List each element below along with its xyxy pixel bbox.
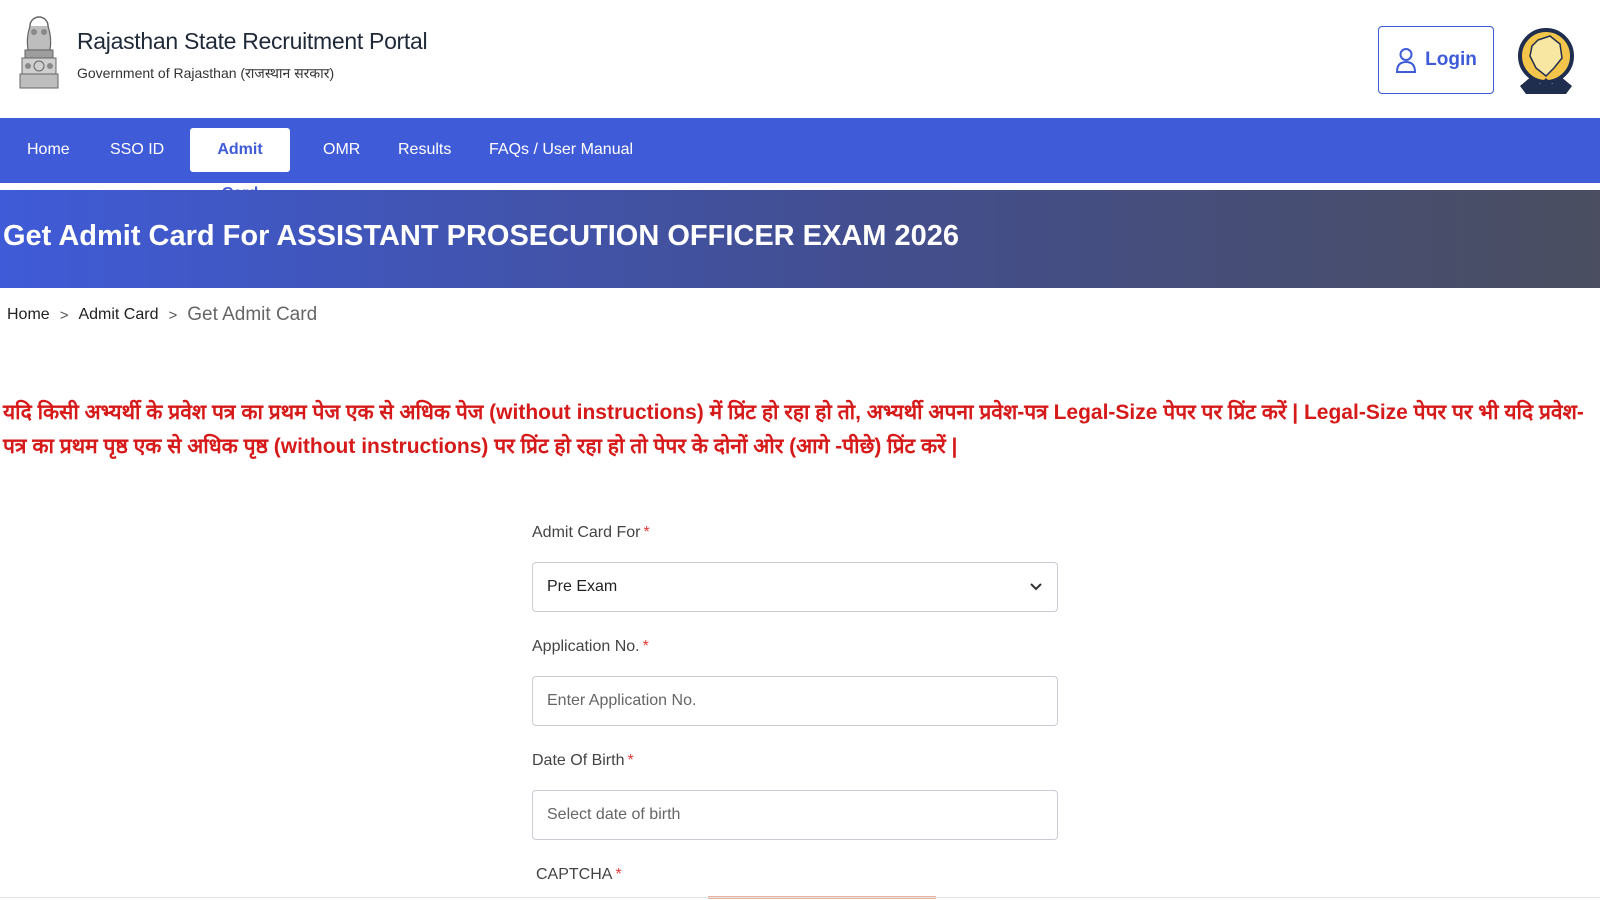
- admit-card-for-value: Pre Exam: [547, 578, 618, 595]
- portal-subtitle: Government of Rajasthan (राजस्थान सरकार): [77, 65, 335, 81]
- user-icon: [1396, 48, 1417, 73]
- nav-item-results[interactable]: Results: [390, 128, 459, 172]
- dob-input[interactable]: [532, 790, 1058, 840]
- breadcrumb-admit-card[interactable]: Admit Card: [78, 306, 158, 324]
- breadcrumb: Home > Admit Card > Get Admit Card: [7, 304, 317, 326]
- chevron-down-icon: [1030, 583, 1042, 591]
- breadcrumb-separator: >: [168, 306, 178, 324]
- nav-item-faqs[interactable]: FAQs / User Manual: [481, 128, 641, 172]
- rajasthan-map-logo: [1518, 28, 1574, 94]
- login-label: Login: [1425, 49, 1477, 70]
- breadcrumb-current: Get Admit Card: [187, 304, 318, 325]
- page-banner: Get Admit Card For ASSISTANT PROSECUTION…: [0, 190, 1600, 288]
- captcha-label: CAPTCHA *: [536, 866, 622, 883]
- portal-title: Rajasthan State Recruitment Portal: [77, 28, 428, 54]
- application-no-label: Application No. *: [532, 638, 649, 655]
- breadcrumb-home[interactable]: Home: [7, 306, 50, 324]
- nav-item-omr[interactable]: OMR: [315, 128, 368, 172]
- dob-label: Date Of Birth *: [532, 752, 634, 769]
- divider: [0, 897, 1600, 898]
- header: Rajasthan State Recruitment Portal Gover…: [0, 0, 1600, 118]
- breadcrumb-separator: >: [59, 306, 69, 324]
- nav-item-home[interactable]: Home: [19, 128, 78, 172]
- login-button[interactable]: Login: [1378, 26, 1494, 94]
- application-no-input[interactable]: [532, 676, 1058, 726]
- required-mark: *: [642, 638, 649, 655]
- admit-card-for-label: Admit Card For *: [532, 524, 650, 541]
- page-title: Get Admit Card For ASSISTANT PROSECUTION…: [3, 220, 960, 252]
- national-emblem-icon: [19, 16, 59, 89]
- print-instruction-notice: यदि किसी अभ्यर्थी के प्रवेश पत्र का प्रथ…: [3, 401, 1584, 458]
- nav-item-sso-id[interactable]: SSO ID: [102, 128, 172, 172]
- nav-item-admit-card[interactable]: Admit Card: [190, 128, 290, 202]
- required-mark: *: [615, 866, 622, 883]
- required-mark: *: [627, 752, 634, 769]
- admit-card-for-select[interactable]: Pre Exam: [532, 562, 1058, 612]
- required-mark: *: [643, 524, 650, 541]
- main-nav: Home SSO ID Admit Card OMR Results FAQs …: [0, 118, 1600, 202]
